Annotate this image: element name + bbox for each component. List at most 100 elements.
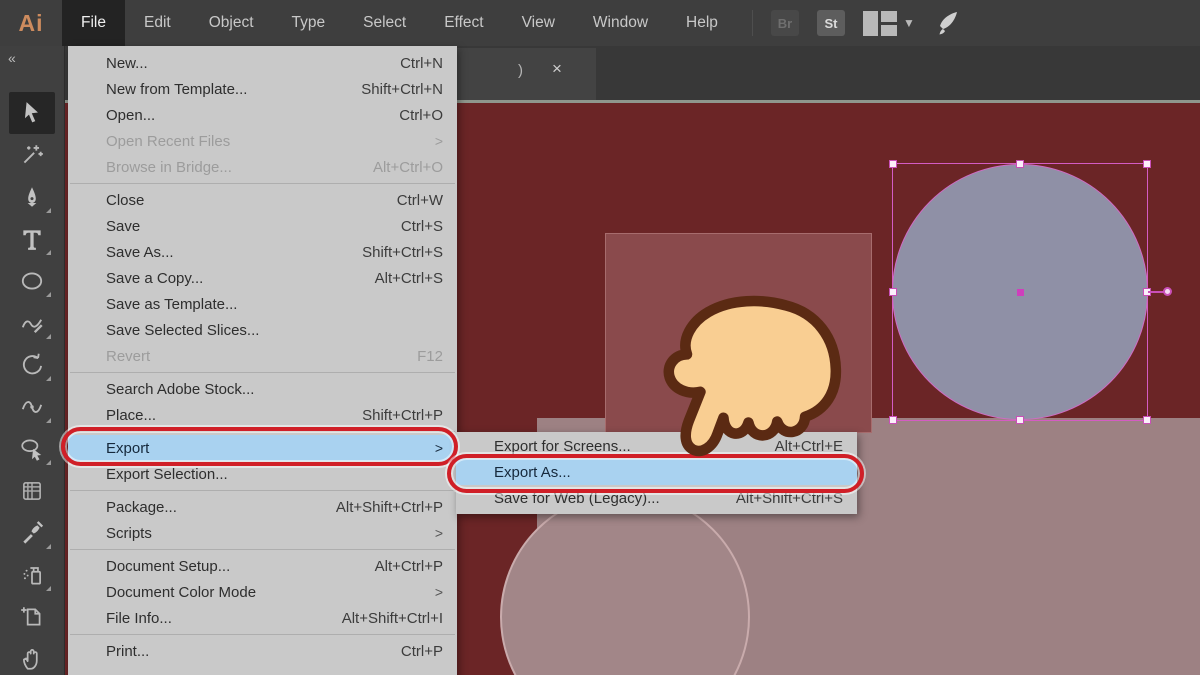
menu-item-print[interactable]: Print...Ctrl+P — [68, 638, 457, 664]
menu-item-document-color-mode[interactable]: Document Color Mode> — [68, 579, 457, 605]
selection-icon — [19, 100, 45, 126]
selection-handle[interactable] — [1016, 416, 1024, 424]
menu-item-label: File Info... — [106, 610, 172, 627]
menu-item-close[interactable]: CloseCtrl+W — [68, 187, 457, 213]
menu-separator — [70, 634, 455, 635]
menu-item-scripts[interactable]: Scripts> — [68, 520, 457, 546]
menu-item-save-a-copy[interactable]: Save a Copy... Alt+Ctrl+S — [68, 265, 457, 291]
shape-widget-handle[interactable] — [1163, 287, 1172, 296]
tab-close-icon[interactable]: × — [552, 60, 562, 77]
menu-item-search-adobe-stock[interactable]: Search Adobe Stock... — [68, 376, 457, 402]
menu-bar-right-icons: Br St ▼ — [752, 0, 963, 46]
menu-item-shortcut: Ctrl+N — [400, 55, 443, 72]
pen-icon — [19, 184, 45, 210]
hand-tool[interactable] — [9, 638, 55, 675]
annotation-circle-export — [61, 427, 458, 466]
collapse-panel-icon[interactable]: « — [8, 50, 15, 66]
document-tab-label-fragment: ) — [518, 62, 523, 79]
shaper-tool[interactable] — [9, 302, 55, 344]
menu-item-shortcut: Ctrl+P — [401, 643, 443, 660]
menu-bar-items: FileEditObjectTypeSelectEffectViewWindow… — [62, 0, 737, 46]
ellipse-tool[interactable] — [9, 260, 55, 302]
shape-builder-icon — [19, 436, 45, 462]
menu-item-save-as-template[interactable]: Save as Template... — [68, 291, 457, 317]
hand-icon — [19, 646, 45, 672]
width-tool[interactable] — [9, 386, 55, 428]
menu-item-label: Save a Copy... — [106, 270, 203, 287]
menu-item-save-selected-slices[interactable]: Save Selected Slices... — [68, 317, 457, 343]
menu-item-new[interactable]: New...Ctrl+N — [68, 50, 457, 76]
menu-item-label: Search Adobe Stock... — [106, 381, 254, 398]
menu-item-open[interactable]: Open...Ctrl+O — [68, 102, 457, 128]
selection-center-point — [1017, 289, 1024, 296]
menu-item-label: Document Setup... — [106, 558, 230, 575]
menu-item-place[interactable]: Place... Shift+Ctrl+P — [68, 402, 457, 428]
menu-item-label: New from Template... — [106, 81, 247, 98]
menu-item-shortcut: Shift+Ctrl+P — [362, 407, 443, 424]
eyedropper-tool[interactable] — [9, 512, 55, 554]
menubar-item-edit[interactable]: Edit — [125, 0, 190, 46]
shape-builder-tool[interactable] — [9, 428, 55, 470]
menu-item-revert[interactable]: RevertF12 — [68, 343, 457, 369]
menu-item-shortcut: Alt+Shift+Ctrl+I — [342, 610, 443, 627]
selection-handle[interactable] — [889, 288, 897, 296]
menu-item-label: Close — [106, 192, 144, 209]
selection-handle[interactable] — [1143, 160, 1151, 168]
menu-item-open-recent-files[interactable]: Open Recent Files> — [68, 128, 457, 154]
menu-item-label: Export for Screens... — [494, 438, 631, 455]
menu-item-label: Open... — [106, 107, 155, 124]
menubar-item-help[interactable]: Help — [667, 0, 737, 46]
hand-pointer-annotation — [642, 292, 852, 460]
rotate-tool[interactable] — [9, 344, 55, 386]
pen-tool[interactable] — [9, 176, 55, 218]
ellipse-icon — [19, 268, 45, 294]
menu-item-shortcut: Shift+Ctrl+S — [362, 244, 443, 261]
menu-bar: Ai FileEditObjectTypeSelectEffectViewWin… — [0, 0, 1200, 46]
menu-item-shortcut: Alt+Ctrl+O — [373, 159, 443, 176]
menu-item-label: Save Selected Slices... — [106, 322, 259, 339]
menu-item-save[interactable]: SaveCtrl+S — [68, 213, 457, 239]
menu-item-shortcut: Alt+Ctrl+S — [375, 270, 443, 287]
symbol-sprayer-tool[interactable] — [9, 554, 55, 596]
selection-handle[interactable] — [1016, 160, 1024, 168]
mesh-tool[interactable] — [9, 470, 55, 512]
menu-item-browse-in-bridge[interactable]: Browse in Bridge... Alt+Ctrl+O — [68, 154, 457, 180]
menu-item-save-as[interactable]: Save As...Shift+Ctrl+S — [68, 239, 457, 265]
selection-handle[interactable] — [889, 416, 897, 424]
menubar-item-object[interactable]: Object — [190, 0, 273, 46]
divider — [752, 10, 753, 36]
stock-icon[interactable]: St — [817, 10, 845, 36]
selection-tool[interactable] — [9, 92, 55, 134]
chevron-down-icon: ▼ — [903, 16, 915, 30]
menu-item-label: Scripts — [106, 525, 152, 542]
menubar-item-window[interactable]: Window — [574, 0, 667, 46]
share-rocket-icon[interactable] — [933, 8, 963, 38]
menu-item-shortcut: Shift+Ctrl+N — [361, 81, 443, 98]
bridge-icon[interactable]: Br — [771, 10, 799, 36]
selection-bounding-box[interactable] — [892, 163, 1148, 421]
artboard-icon — [19, 604, 45, 630]
width-icon — [19, 394, 45, 420]
selection-handle[interactable] — [1143, 416, 1151, 424]
menu-item-document-setup[interactable]: Document Setup...Alt+Ctrl+P — [68, 553, 457, 579]
rotate-icon — [19, 352, 45, 378]
menubar-item-effect[interactable]: Effect — [425, 0, 502, 46]
menu-item-label: Browse in Bridge... — [106, 159, 232, 176]
menubar-item-type[interactable]: Type — [273, 0, 345, 46]
workspace-switcher[interactable]: ▼ — [863, 11, 915, 36]
magic-wand-tool[interactable] — [9, 134, 55, 176]
menu-item-label: Open Recent Files — [106, 133, 230, 150]
menu-item-label: Place... — [106, 407, 156, 424]
menubar-item-view[interactable]: View — [503, 0, 574, 46]
selection-handle[interactable] — [889, 160, 897, 168]
menu-item-new-from-template[interactable]: New from Template... Shift+Ctrl+N — [68, 76, 457, 102]
hand-pointer-shape — [669, 301, 836, 451]
menu-separator — [70, 183, 455, 184]
menubar-item-select[interactable]: Select — [344, 0, 425, 46]
symbol-sprayer-icon — [19, 562, 45, 588]
menu-item-file-info[interactable]: File Info... Alt+Shift+Ctrl+I — [68, 605, 457, 631]
menu-item-package[interactable]: Package...Alt+Shift+Ctrl+P — [68, 494, 457, 520]
artboard-tool[interactable] — [9, 596, 55, 638]
type-tool[interactable] — [9, 218, 55, 260]
menubar-item-file[interactable]: File — [62, 0, 125, 46]
